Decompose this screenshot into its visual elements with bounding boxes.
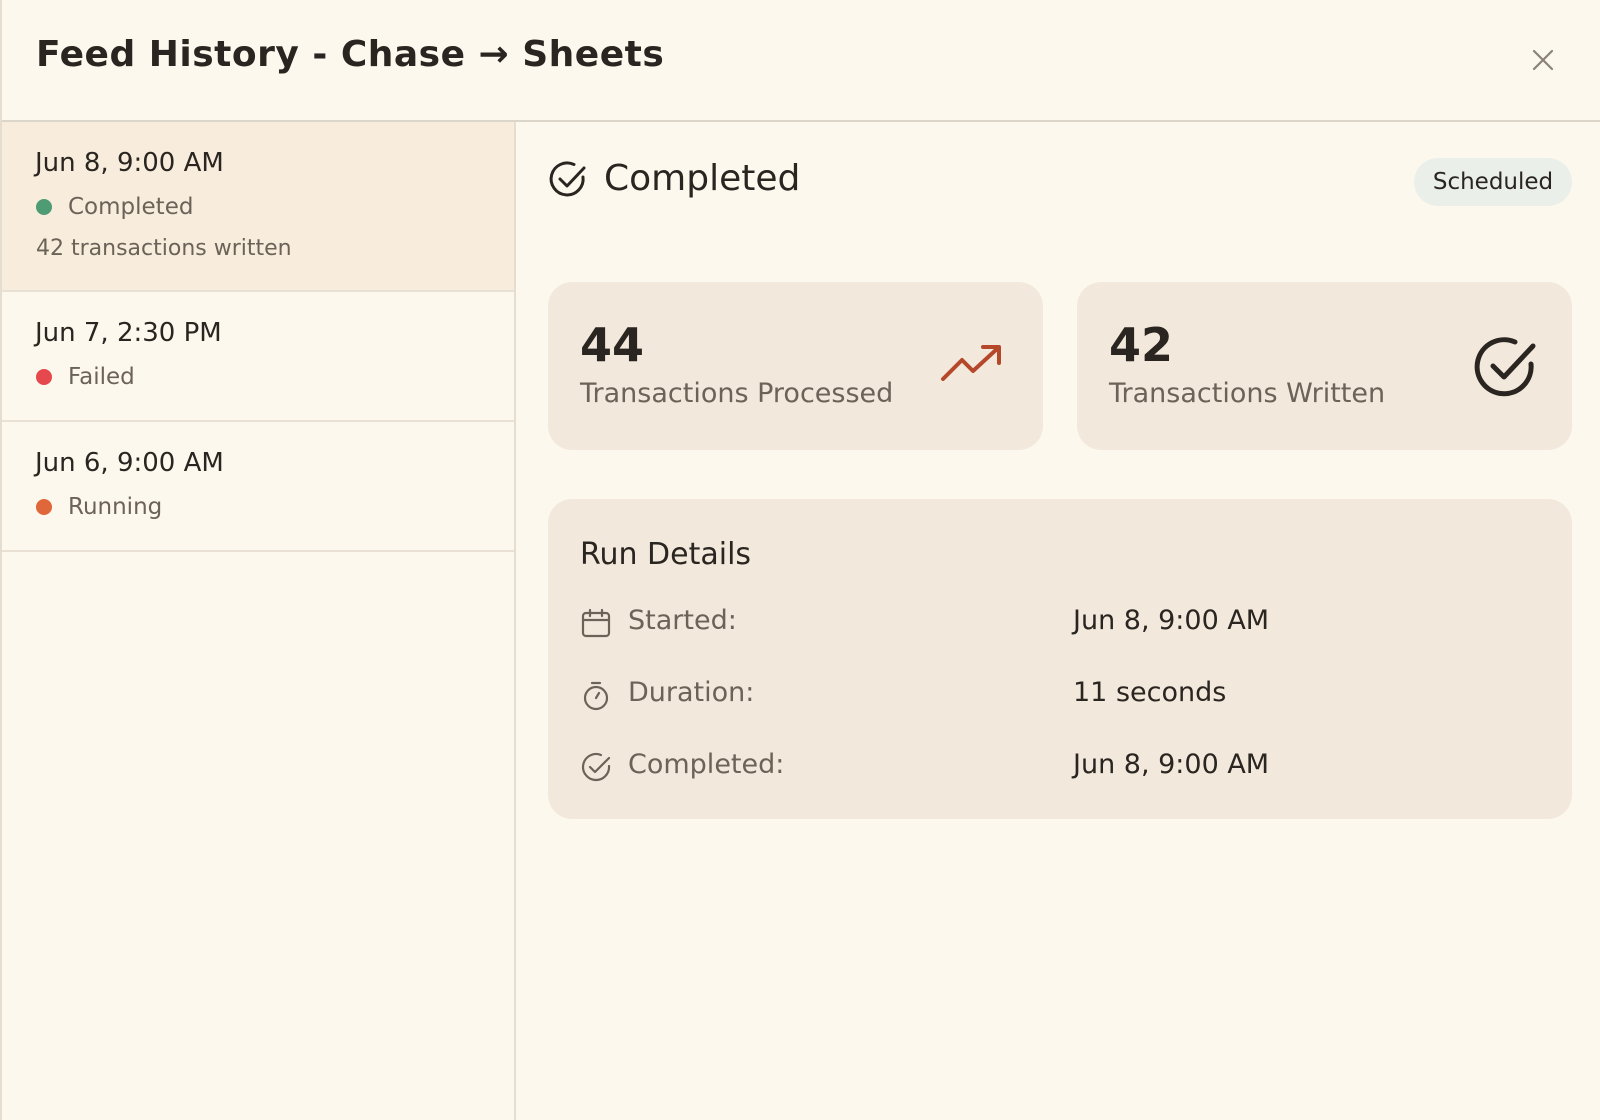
stat-card-written: 42 Transactions Written	[1077, 282, 1572, 450]
run-status-label: Completed	[68, 194, 194, 220]
run-item[interactable]: Jun 8, 9:00 AM Completed 42 transactions…	[2, 122, 514, 292]
stat-label: Transactions Written	[1109, 378, 1386, 409]
trending-up-icon	[941, 345, 1001, 381]
detail-label: Started:	[628, 605, 737, 636]
run-status-heading: Completed	[548, 158, 800, 199]
status-label: Completed	[604, 158, 801, 199]
run-note: 42 transactions written	[36, 236, 292, 261]
stat-value: 42	[1109, 318, 1174, 372]
run-date: Jun 7, 2:30 PM	[35, 318, 222, 348]
detail-row-duration: Duration: 11 seconds	[580, 675, 1540, 715]
stopwatch-icon	[583, 681, 609, 711]
run-status-label: Failed	[68, 364, 135, 390]
check-circle-icon	[1474, 337, 1536, 397]
stat-label: Transactions Processed	[580, 378, 894, 409]
run-status: Failed	[36, 364, 135, 390]
calendar-icon	[581, 608, 611, 638]
run-details-heading: Run Details	[580, 537, 752, 572]
modal-header: Feed History - Chase → Sheets	[2, 0, 1600, 122]
detail-value: Jun 8, 9:00 AM	[1073, 605, 1270, 636]
run-item[interactable]: Jun 6, 9:00 AM Running	[2, 422, 514, 552]
stat-value: 44	[580, 318, 645, 372]
status-dot-red	[36, 369, 52, 385]
run-item[interactable]: Jun 7, 2:30 PM Failed	[2, 292, 514, 422]
stat-card-processed: 44 Transactions Processed	[548, 282, 1043, 450]
trigger-badge: Scheduled	[1414, 158, 1572, 206]
status-dot-green	[36, 199, 52, 215]
check-circle-icon	[549, 160, 586, 196]
detail-label: Duration:	[628, 677, 755, 708]
modal-title: Feed History - Chase → Sheets	[36, 34, 665, 75]
run-history-list: Jun 8, 9:00 AM Completed 42 transactions…	[2, 122, 516, 1120]
detail-label: Completed:	[628, 749, 785, 780]
feed-history-modal: Feed History - Chase → Sheets Jun 8, 9:0…	[0, 0, 1600, 1120]
run-status: Completed	[36, 194, 193, 220]
run-status: Running	[36, 494, 162, 520]
detail-row-started: Started: Jun 8, 9:00 AM	[580, 603, 1540, 643]
run-detail-panel: Completed Scheduled 44 Transactions Proc…	[516, 122, 1600, 1120]
run-date: Jun 6, 9:00 AM	[35, 448, 224, 478]
run-date: Jun 8, 9:00 AM	[35, 148, 224, 178]
detail-row-completed: Completed: Jun 8, 9:00 AM	[580, 747, 1540, 787]
check-circle-icon	[581, 752, 611, 782]
detail-value: Jun 8, 9:00 AM	[1073, 749, 1270, 780]
run-details-card: Run Details Started: Jun 8, 9:00 AM Dura…	[548, 499, 1572, 819]
detail-value: 11 seconds	[1073, 677, 1227, 708]
status-dot-orange	[36, 499, 52, 515]
run-status-label: Running	[68, 494, 163, 520]
close-icon	[1532, 49, 1554, 71]
close-button[interactable]	[1527, 44, 1559, 76]
